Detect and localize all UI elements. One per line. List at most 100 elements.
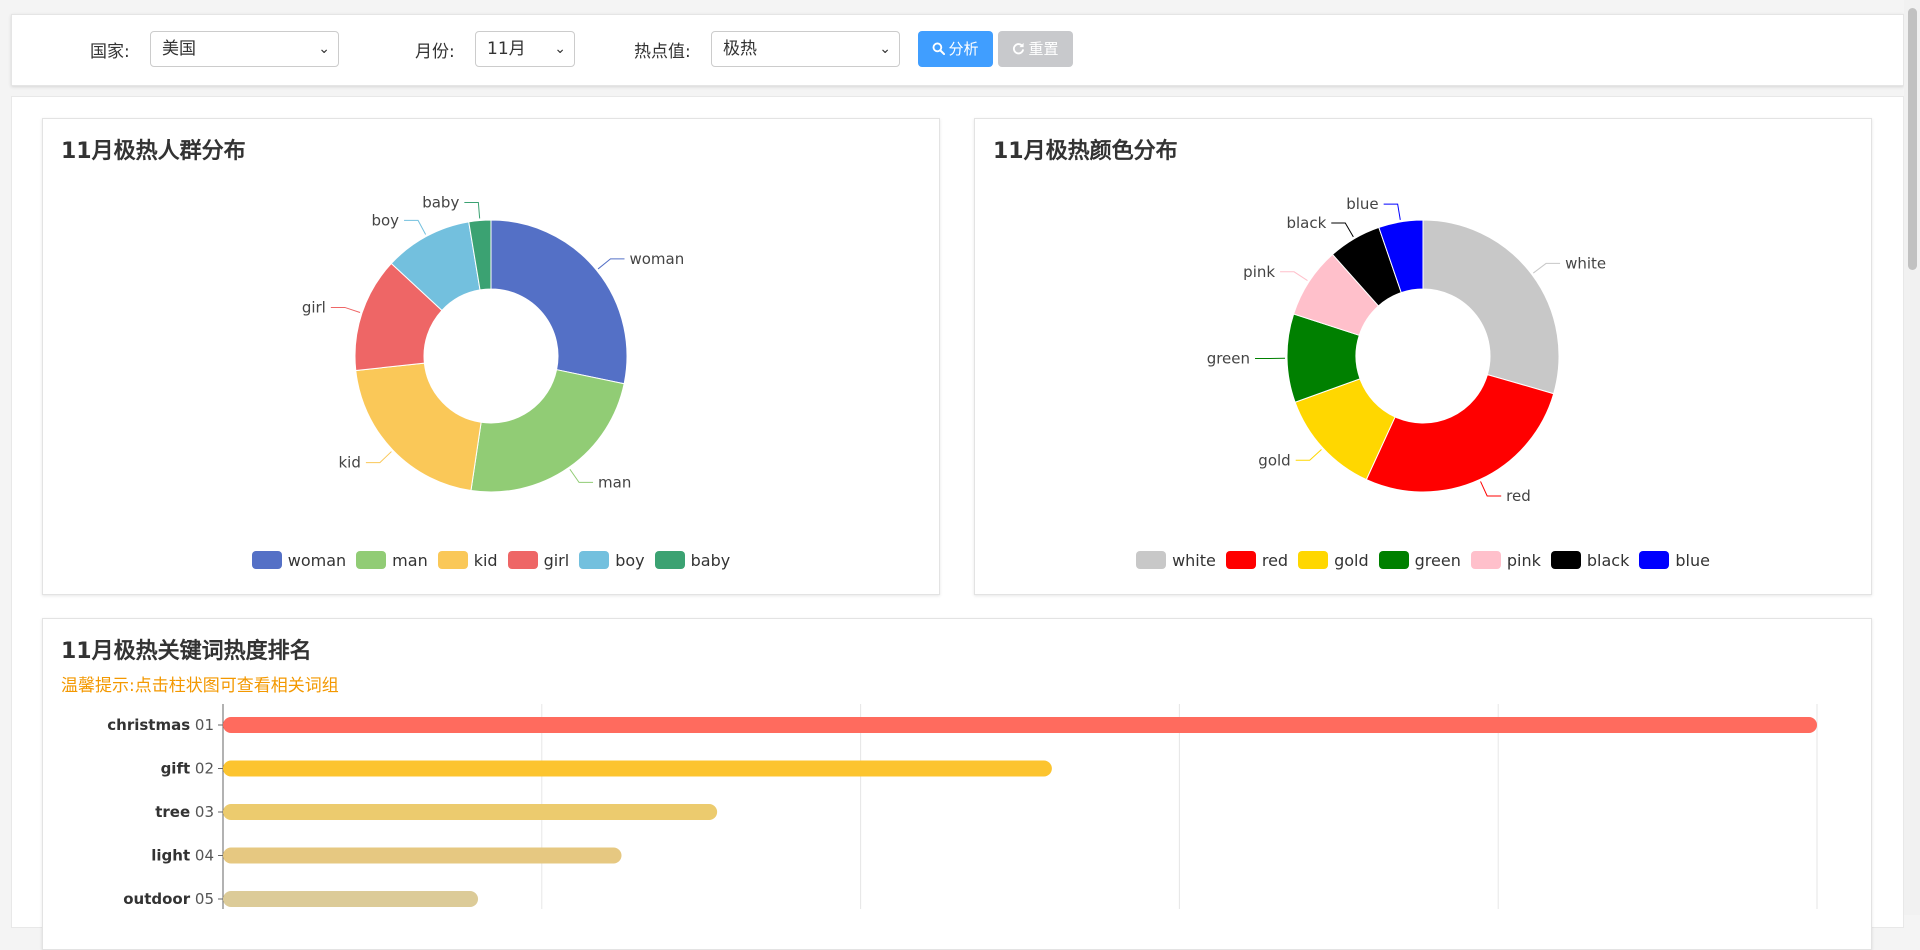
color-legend-item[interactable]: black [1551, 550, 1629, 570]
people-slice-label: girl [302, 298, 326, 316]
people-legend-label: man [392, 551, 428, 570]
people-legend-label: boy [615, 551, 644, 570]
color-legend-label: blue [1675, 551, 1710, 570]
scrollbar-thumb[interactable] [1908, 8, 1917, 270]
color-slice-red[interactable] [1366, 375, 1553, 492]
people-slice-label: boy [371, 211, 399, 229]
people-legend-item[interactable]: baby [655, 550, 731, 570]
search-icon [932, 42, 945, 55]
keyword-category-label: tree 03 [155, 803, 214, 821]
month-select[interactable]: 11月 ⌄ [475, 31, 575, 67]
keyword-bar-gift[interactable] [223, 761, 1052, 777]
color-legend-label: black [1587, 551, 1629, 570]
month-label: 月份: [415, 37, 455, 62]
people-legend-swatch [508, 551, 538, 569]
analyze-button[interactable]: 分析 [918, 31, 993, 67]
color-legend-swatch [1226, 551, 1256, 569]
color-slice-label: gold [1258, 451, 1290, 469]
color-legend-item[interactable]: green [1379, 550, 1461, 570]
people-legend-item[interactable]: boy [579, 550, 644, 570]
keyword-bar-christmas[interactable] [223, 717, 1817, 733]
chevron-down-icon: ⌄ [879, 32, 891, 66]
color-slice-label: pink [1243, 263, 1275, 281]
people-legend-swatch [356, 551, 386, 569]
color-legend-item[interactable]: red [1226, 550, 1288, 570]
people-legend-item[interactable]: man [356, 550, 428, 570]
people-legend: woman mankid girl boy baby [43, 549, 939, 570]
country-select-value: 美国 [162, 39, 196, 59]
people-leader-line [404, 220, 426, 234]
people-leader-line [598, 259, 624, 269]
heat-select-value: 极热 [723, 39, 757, 59]
color-legend-swatch [1471, 551, 1501, 569]
color-legend-item[interactable]: white [1136, 550, 1216, 570]
color-slice-white[interactable] [1423, 220, 1559, 394]
color-legend-label: white [1172, 551, 1216, 570]
color-legend-item[interactable]: pink [1471, 550, 1541, 570]
chevron-down-icon: ⌄ [554, 32, 566, 66]
color-slice-label: blue [1346, 195, 1378, 213]
color-donut-chart[interactable]: whiteredgoldgreenpinkblackblue [975, 119, 1871, 539]
color-legend-label: gold [1334, 551, 1369, 570]
country-label: 国家: [90, 37, 130, 62]
month-select-value: 11月 [487, 39, 526, 59]
color-slice-label: black [1286, 214, 1326, 232]
color-slice-label: green [1207, 350, 1250, 368]
keyword-bar-chart[interactable]: christmas 01 gift 02 tree 03 light 04 outdoo… [43, 619, 1871, 909]
people-slice-kid[interactable] [356, 363, 481, 490]
people-leader-line [570, 469, 593, 482]
color-legend-label: red [1262, 551, 1288, 570]
people-panel: 11月极热人群分布 womanmankidgirlboybaby womanma… [42, 118, 940, 595]
color-legend-item[interactable]: blue [1639, 550, 1710, 570]
people-legend-item[interactable]: girl [508, 550, 570, 570]
keyword-bar-light[interactable] [223, 848, 622, 864]
color-leader-line [1296, 449, 1322, 460]
people-legend-label: girl [544, 551, 570, 570]
heat-label: 热点值: [634, 37, 691, 62]
color-legend-swatch [1551, 551, 1581, 569]
content-area: 11月极热人群分布 womanmankidgirlboybaby womanma… [11, 96, 1904, 928]
page-scrollbar[interactable] [1904, 0, 1920, 915]
color-legend-swatch [1639, 551, 1669, 569]
color-legend-swatch [1379, 551, 1409, 569]
people-slice-label: woman [629, 250, 684, 268]
reset-button[interactable]: 重置 [998, 31, 1073, 67]
color-leader-line [1481, 481, 1502, 496]
people-slice-label: baby [422, 194, 459, 212]
people-leader-line [366, 452, 392, 463]
color-legend-item[interactable]: gold [1298, 550, 1369, 570]
people-legend-swatch [655, 551, 685, 569]
color-legend-label: pink [1507, 551, 1541, 570]
people-legend-label: woman [288, 551, 346, 570]
chevron-down-icon: ⌄ [318, 32, 330, 66]
refresh-icon [1012, 42, 1025, 55]
people-donut-chart[interactable]: womanmankidgirlboybaby [43, 119, 939, 539]
people-leader-line [331, 307, 360, 312]
people-slice-label: kid [338, 454, 360, 472]
color-leader-line [1384, 204, 1401, 220]
people-legend-item[interactable]: woman [252, 550, 346, 570]
people-legend-swatch [579, 551, 609, 569]
keyword-category-label: light 04 [151, 847, 214, 865]
keyword-category-label: gift 02 [161, 760, 214, 778]
people-legend-swatch [438, 551, 468, 569]
color-panel: 11月极热颜色分布 whiteredgoldgreenpinkblackblue… [974, 118, 1872, 595]
analyze-button-label: 分析 [948, 40, 978, 58]
keyword-panel: 11月极热关键词热度排名 温馨提示:点击柱状图可查看相关词组 christmas… [42, 618, 1872, 950]
people-leader-line [464, 203, 479, 219]
people-slice-woman[interactable] [491, 220, 627, 384]
people-legend-item[interactable]: kid [438, 550, 498, 570]
keyword-category-label: outdoor 05 [123, 890, 214, 908]
color-leader-line [1331, 223, 1353, 237]
keyword-category-label: christmas 01 [107, 716, 214, 734]
keyword-bar-outdoor[interactable] [223, 891, 478, 907]
color-legend-label: green [1415, 551, 1461, 570]
filter-bar: 国家: 美国 ⌄ 月份: 11月 ⌄ 热点值: 极热 ⌄ 分析 重置 [11, 14, 1904, 86]
people-legend-label: baby [691, 551, 731, 570]
color-legend-swatch [1298, 551, 1328, 569]
keyword-bar-tree[interactable] [223, 804, 717, 820]
reset-button-label: 重置 [1028, 40, 1058, 58]
color-slice-label: white [1565, 254, 1606, 272]
country-select[interactable]: 美国 ⌄ [150, 31, 339, 67]
heat-select[interactable]: 极热 ⌄ [711, 31, 900, 67]
